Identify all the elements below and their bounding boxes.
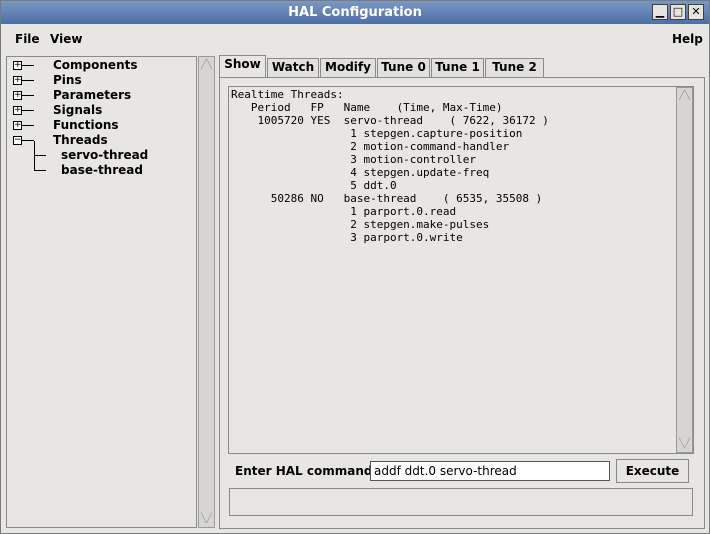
tree-item-label: Parameters — [53, 88, 132, 102]
tree-item-label: servo-thread — [61, 148, 149, 162]
output-text-area[interactable]: Realtime Threads: Period FP Name (Time, … — [228, 86, 694, 454]
command-label: Enter HAL command : — [235, 464, 382, 478]
maximize-icon[interactable]: □ — [670, 4, 686, 20]
window-title: HAL Configuration — [288, 5, 422, 20]
minimize-icon[interactable]: ▁ — [652, 4, 668, 20]
tree-item-parameters[interactable]: + Parameters — [7, 88, 187, 103]
tree-item-label: Threads — [53, 133, 108, 147]
menu-help[interactable]: Help — [672, 32, 703, 46]
expand-icon[interactable]: + — [13, 61, 22, 70]
menu-view[interactable]: View — [50, 32, 82, 46]
title-bar[interactable]: HAL Configuration ▁ □ ✕ — [1, 1, 709, 24]
scroll-up-icon[interactable]: ╱╲ — [199, 57, 214, 73]
tab-show[interactable]: Show — [219, 55, 266, 77]
tree-item-servo-thread[interactable]: servo-thread — [7, 148, 187, 163]
menu-file[interactable]: File — [15, 32, 40, 46]
tree-item-label: Components — [53, 58, 138, 72]
collapse-icon[interactable]: − — [13, 136, 22, 145]
tab-tune-1[interactable]: Tune 1 — [431, 58, 484, 77]
menu-bar: File View Help — [2, 25, 708, 53]
output-scrollbar[interactable]: ╱╲ ╲╱ — [676, 87, 693, 453]
scroll-down-icon[interactable]: ╲╱ — [677, 436, 692, 452]
tab-watch[interactable]: Watch — [267, 58, 319, 77]
tree-item-label: Functions — [53, 118, 119, 132]
tree-item-label: Pins — [53, 73, 82, 87]
tree-item-label: Signals — [53, 103, 103, 117]
tab-modify[interactable]: Modify — [320, 58, 376, 77]
tree-item-label: base-thread — [61, 163, 143, 177]
hal-configuration-window: HAL Configuration ▁ □ ✕ File View Help +… — [0, 0, 710, 534]
status-area — [229, 488, 693, 516]
close-icon[interactable]: ✕ — [688, 4, 704, 20]
expand-icon[interactable]: + — [13, 76, 22, 85]
expand-icon[interactable]: + — [13, 121, 22, 130]
hal-tree: + Components + Pins + Parameters + Signa… — [6, 56, 197, 528]
tab-tune-0[interactable]: Tune 0 — [377, 58, 430, 77]
hal-command-input[interactable] — [370, 461, 610, 481]
scroll-down-icon[interactable]: ╲╱ — [199, 511, 214, 527]
tree-item-components[interactable]: + Components — [7, 58, 187, 73]
output-text: Realtime Threads: Period FP Name (Time, … — [231, 88, 549, 244]
tree-item-pins[interactable]: + Pins — [7, 73, 187, 88]
tree-item-base-thread[interactable]: base-thread — [7, 163, 187, 178]
expand-icon[interactable]: + — [13, 106, 22, 115]
scroll-up-icon[interactable]: ╱╲ — [677, 88, 692, 104]
tab-tune-2[interactable]: Tune 2 — [485, 58, 544, 77]
tree-scrollbar[interactable]: ╱╲ ╲╱ — [198, 56, 215, 528]
tree-item-signals[interactable]: + Signals — [7, 103, 187, 118]
tree-item-functions[interactable]: + Functions — [7, 118, 187, 133]
expand-icon[interactable]: + — [13, 91, 22, 100]
execute-button[interactable]: Execute — [616, 459, 689, 483]
